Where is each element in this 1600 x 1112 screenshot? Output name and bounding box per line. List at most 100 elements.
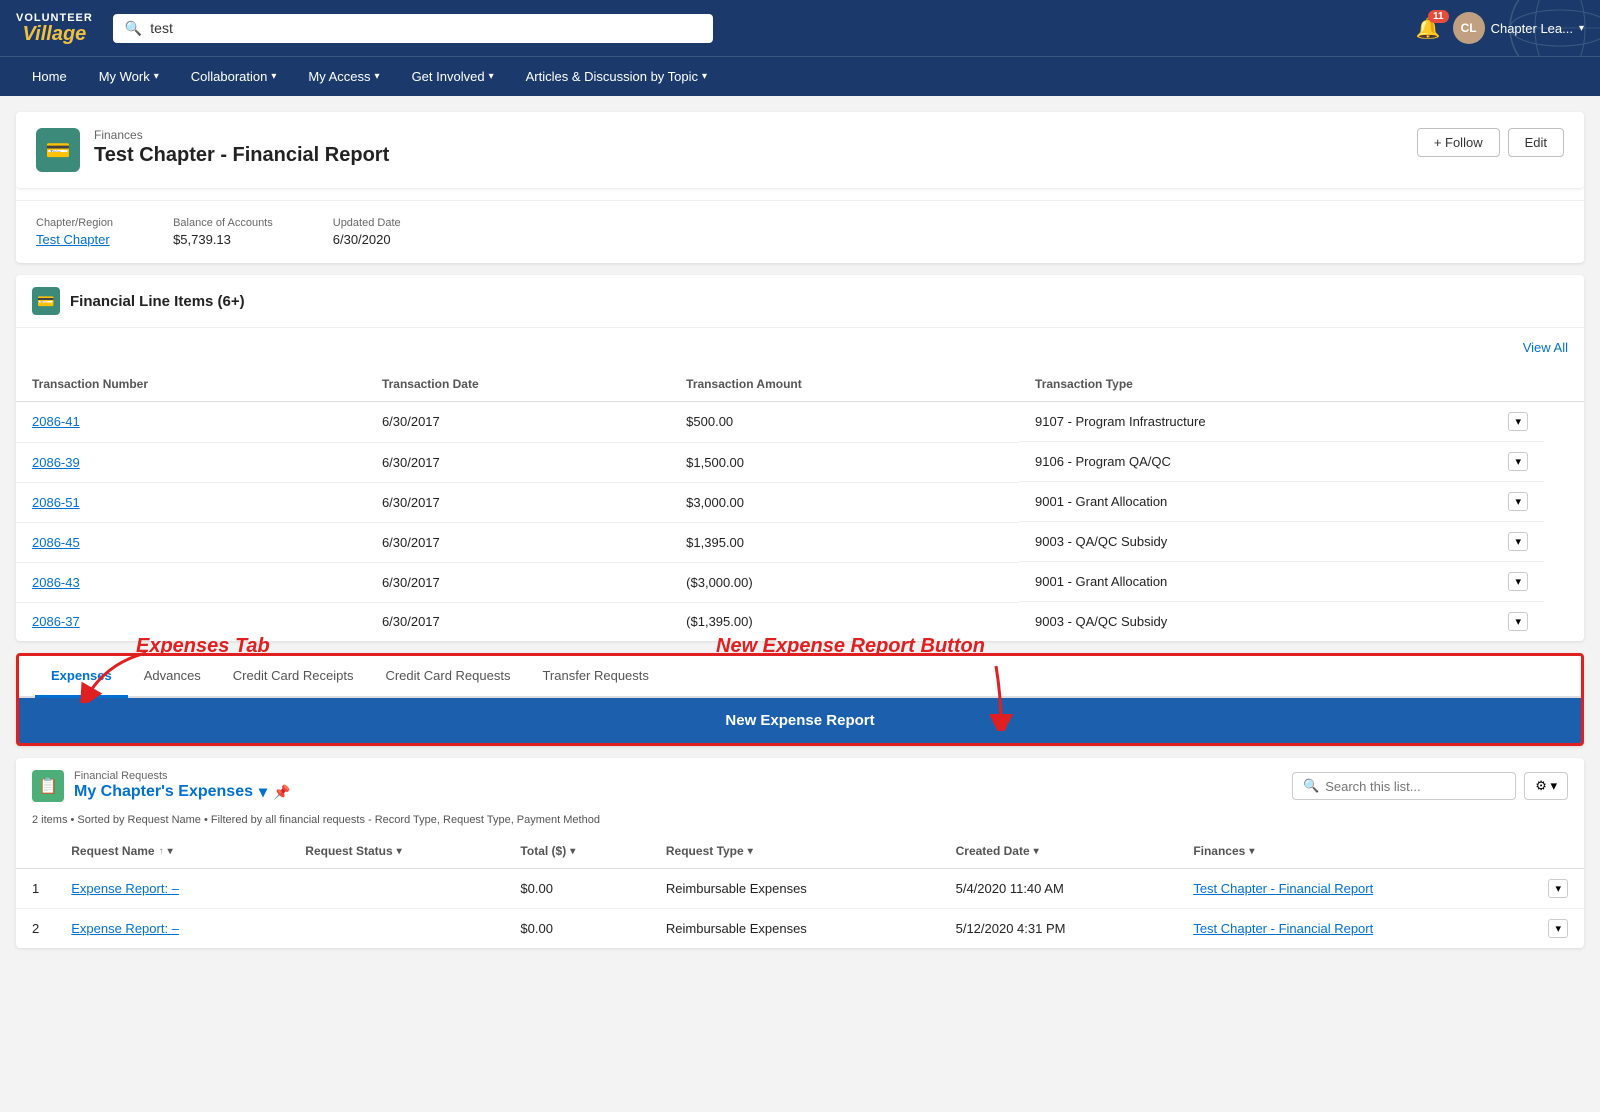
logo-village: Village [23,24,87,44]
section-icon: 💳 [32,287,60,315]
row-dropdown-btn[interactable]: ▾ [1548,879,1568,898]
field-updated-date: Updated Date 6/30/2020 [333,217,401,247]
record-actions: + Follow Edit [1417,128,1564,157]
request-name-link[interactable]: Expense Report: – [71,881,179,896]
row-dropdown-btn[interactable]: ▾ [1508,612,1528,631]
logo-volunteer: VOLUNTEER [16,13,93,24]
transaction-number-link[interactable]: 2086-37 [32,614,80,629]
col-request-name[interactable]: Request Name ↑ ▾ [55,834,289,869]
col-created-date[interactable]: Created Date ▾ [940,834,1178,869]
col-transaction-number: Transaction Number [16,367,366,402]
transaction-number-link[interactable]: 2086-43 [32,575,80,590]
table-row: 2 Expense Report: – $0.00 Reimbursable E… [16,909,1584,949]
nav-item-articles[interactable]: Articles & Discussion by Topic ▾ [510,57,723,96]
record-header-wrapper: 💳 Finances Test Chapter - Financial Repo… [16,112,1584,263]
transaction-number-link[interactable]: 2086-39 [32,455,80,470]
tabs-annotation-region: Expenses Tab New Expense Report Button [16,653,1584,746]
transaction-number-link[interactable]: 2086-51 [32,495,80,510]
chevron-down-icon: ▾ [375,71,380,82]
expenses-tab-arrow [66,643,156,703]
search-icon: 🔍 [1303,778,1319,794]
balance-value: $5,739.13 [173,232,273,247]
row-dropdown-btn[interactable]: ▾ [1548,919,1568,938]
top-nav: VOLUNTEER Village 🔍 🔔 11 CL Chapter Lea.… [0,0,1600,56]
table-row: 1 Expense Report: – $0.00 Reimbursable E… [16,869,1584,909]
search-input[interactable] [150,20,701,36]
nav-item-mywork[interactable]: My Work ▾ [83,57,175,96]
table-row: 2086-45 6/30/2017 $1,395.00 9003 - QA/QC… [16,522,1584,562]
row-dropdown-btn[interactable]: ▾ [1508,412,1528,431]
finances-link[interactable]: Test Chapter - Financial Report [1193,881,1373,896]
table-row: 2086-51 6/30/2017 $3,000.00 9001 - Grant… [16,482,1584,522]
tabs-section: ExpensesAdvancesCredit Card ReceiptsCred… [16,653,1584,746]
row-dropdown-btn[interactable]: ▾ [1508,492,1528,511]
nav-item-home[interactable]: Home [16,57,83,96]
follow-button[interactable]: + Follow [1417,128,1500,157]
record-icon: 💳 [36,128,80,172]
financial-requests-header: 📋 Financial Requests My Chapter's Expens… [16,758,1584,814]
nav-item-getinvolved[interactable]: Get Involved ▾ [396,57,510,96]
row-dropdown-btn[interactable]: ▾ [1508,532,1528,551]
chevron-down-icon: ▾ [271,71,276,82]
table-wrapper: View All Transaction Number Transaction … [16,328,1584,641]
nav-item-myaccess[interactable]: My Access ▾ [292,57,395,96]
col-request-status[interactable]: Request Status ▾ [289,834,504,869]
tab-credit-card-receipts[interactable]: Credit Card Receipts [217,656,370,698]
record-header: 💳 Finances Test Chapter - Financial Repo… [16,112,1584,188]
col-request-type[interactable]: Request Type ▾ [650,834,940,869]
page-content: 💳 Finances Test Chapter - Financial Repo… [0,96,1600,976]
col-transaction-date: Transaction Date [366,367,670,402]
tabs-bar: ExpensesAdvancesCredit Card ReceiptsCred… [19,656,1581,698]
table-row: 2086-41 6/30/2017 $500.00 9107 - Program… [16,402,1584,443]
chevron-down-icon: ▾ [489,71,494,82]
new-expense-report-button[interactable]: New Expense Report [19,698,1581,743]
chapter-region-link[interactable]: Test Chapter [36,232,113,247]
finances-link[interactable]: Test Chapter - Financial Report [1193,921,1373,936]
transaction-number-link[interactable]: 2086-45 [32,535,80,550]
tab-credit-card-requests[interactable]: Credit Card Requests [369,656,526,698]
financial-requests-title: My Chapter's Expenses ▾ 📌 [74,782,290,802]
col-action [1544,367,1584,402]
col-total[interactable]: Total ($) ▾ [504,834,649,869]
col-transaction-type: Transaction Type [1019,367,1544,402]
new-expense-btn-arrow [966,661,1026,731]
financial-requests-section: 📋 Financial Requests My Chapter's Expens… [16,758,1584,948]
col-row-num [16,834,55,869]
pin-icon: 📌 [273,784,290,801]
search-controls: 🔍 ⚙ ▾ [1292,772,1568,800]
chevron-down-icon: ▾ [702,71,707,82]
search-list-container[interactable]: 🔍 [1292,772,1516,800]
logo: VOLUNTEER Village [16,13,93,44]
globe-decoration [1400,0,1600,56]
main-nav: Home My Work ▾ Collaboration ▾ My Access… [0,56,1600,96]
financial-requests-table: Request Name ↑ ▾ Request Status ▾ Total … [16,834,1584,948]
updated-date-value: 6/30/2020 [333,232,401,247]
breadcrumb: Finances [94,128,389,142]
dropdown-icon[interactable]: ▾ [259,782,267,802]
financial-requests-meta: 2 items • Sorted by Request Name • Filte… [16,814,1584,834]
record-title-block: Finances Test Chapter - Financial Report [94,128,389,167]
financial-requests-breadcrumb: Financial Requests [74,770,290,782]
table-row: 2086-39 6/30/2017 $1,500.00 9106 - Progr… [16,442,1584,482]
nav-item-collaboration[interactable]: Collaboration ▾ [175,57,293,96]
table-row: 2086-37 6/30/2017 ($1,395.00) 9003 - QA/… [16,602,1584,641]
col-finances[interactable]: Finances ▾ [1177,834,1532,869]
view-all-link[interactable]: View All [1507,328,1584,367]
nav-search-box[interactable]: 🔍 [113,14,713,43]
row-dropdown-btn[interactable]: ▾ [1508,572,1528,591]
gear-button[interactable]: ⚙ ▾ [1524,772,1568,800]
record-fields: Chapter/Region Test Chapter Balance of A… [16,200,1584,263]
row-dropdown-btn[interactable]: ▾ [1508,452,1528,471]
col-row-action [1532,834,1584,869]
tab-transfer-requests[interactable]: Transfer Requests [526,656,664,698]
section-title: Financial Line Items (6+) [70,293,245,310]
transaction-number-link[interactable]: 2086-41 [32,414,80,429]
financial-requests-icon: 📋 [32,770,64,802]
financial-line-items-section: 💳 Financial Line Items (6+) View All Tra… [16,275,1584,641]
table-row: 2086-43 6/30/2017 ($3,000.00) 9001 - Gra… [16,562,1584,602]
request-name-link[interactable]: Expense Report: – [71,921,179,936]
search-list-input[interactable] [1325,779,1505,794]
edit-button[interactable]: Edit [1508,128,1564,157]
financial-requests-title-block: Financial Requests My Chapter's Expenses… [74,770,290,802]
financial-line-items-table: Transaction Number Transaction Date Tran… [16,367,1584,641]
